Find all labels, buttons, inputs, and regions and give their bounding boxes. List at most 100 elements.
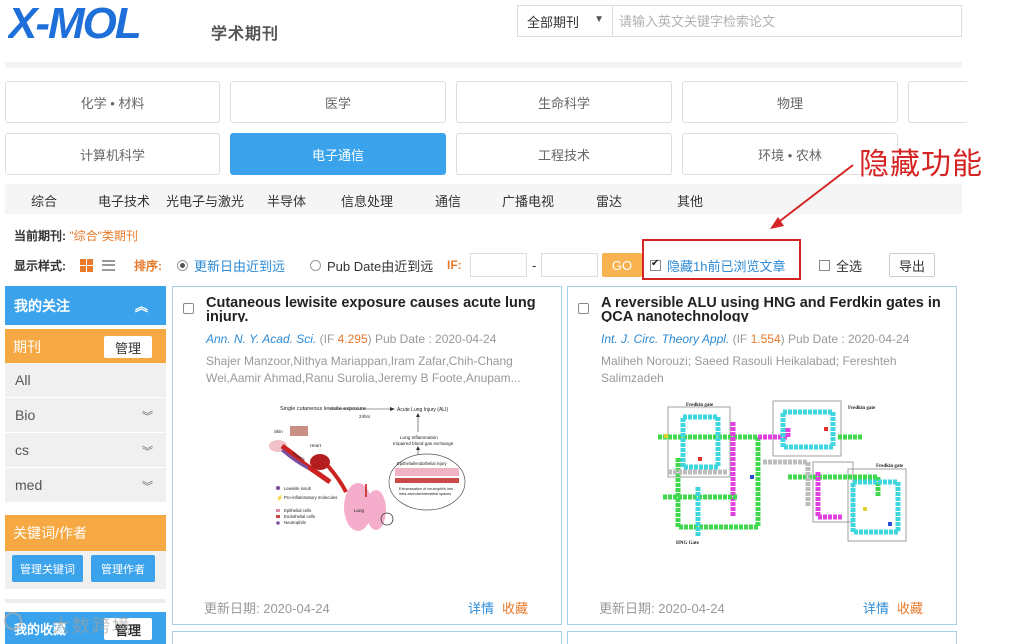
journal-name[interactable]: Ann. N. Y. Acad. Sci. — [206, 332, 316, 346]
sort-pub-date-option[interactable]: Pub Date由近到远 — [310, 252, 433, 278]
detail-link[interactable]: 详情 — [468, 598, 494, 617]
fig-legend: Neutrophils — [284, 520, 306, 525]
watermark-icon — [4, 612, 22, 630]
manage-keywords-button[interactable]: 管理关键词 — [12, 555, 83, 582]
subcat-optoelectronics[interactable]: 光电子与激光 — [166, 191, 244, 210]
radio-unselected[interactable] — [310, 259, 321, 271]
pub-date: ) Pub Date : 2020-04-24 — [780, 332, 910, 346]
logo-text: X-MOL — [8, 2, 140, 44]
article-figure[interactable]: Single cutaneous lewisite exposure 24hrs… — [268, 402, 468, 547]
my-follow-header[interactable]: 我的关注 ︽ — [5, 286, 166, 325]
article-checkbox[interactable] — [578, 303, 589, 314]
select-all-label: 全选 — [836, 258, 863, 274]
category-computer-science[interactable]: 计算机科学 — [5, 133, 220, 175]
subcat-radar[interactable]: 雷达 — [596, 191, 622, 210]
article-card[interactable] — [567, 631, 957, 644]
fig-legend: Pro-inflammatory molecules — [284, 495, 337, 500]
current-journal: 当前期刊: "综合"类期刊 — [14, 227, 138, 244]
if-label: IF: — [447, 258, 462, 272]
article-figure[interactable]: Fredkin gate Fredkin gate Fredkin gate H… — [638, 397, 908, 547]
article-title[interactable]: A reversible ALU using HNG and Ferdkin g… — [601, 296, 941, 322]
fig-label: 24hrs — [359, 414, 371, 419]
article-authors: Shajer Manzoor,Nithya Mariappan,Iram Zaf… — [206, 354, 521, 385]
fig-label: intra-alveolar/interstitial spaces — [399, 492, 451, 496]
fig-label: Heart — [310, 443, 322, 448]
subcat-semiconductor[interactable]: 半导体 — [267, 191, 306, 210]
article-card[interactable]: A reversible ALU using HNG and Ferdkin g… — [567, 286, 957, 625]
manage-journals-button[interactable]: 管理 — [104, 336, 152, 358]
article-authors: Maliheh Norouzi; Saeed Rasouli Heikalaba… — [601, 354, 897, 385]
journal-item-med[interactable]: med ︾ — [5, 468, 166, 503]
svg-text:⚡: ⚡ — [276, 494, 283, 502]
chevron-down-icon[interactable]: ︾ — [142, 443, 153, 459]
if-prefix: (IF — [729, 332, 751, 346]
category-life-science[interactable]: 生命科学 — [456, 81, 672, 123]
current-journal-label: 当前期刊: — [14, 229, 66, 243]
xmol-logo[interactable]: X-MOL — [8, 2, 208, 44]
subcat-info-processing[interactable]: 信息处理 — [341, 191, 393, 210]
if-dash: - — [532, 257, 537, 273]
journal-item-label: med — [15, 477, 43, 493]
if-min-input[interactable] — [470, 253, 527, 277]
sort-option-pub-date: Pub Date由近到远 — [327, 258, 434, 274]
logo-subtitle: 学术期刊 — [211, 26, 280, 43]
journals-label: 期刊 — [13, 339, 41, 355]
impact-factor: 4.295 — [337, 332, 368, 346]
journal-item-cs[interactable]: cs ︾ — [5, 433, 166, 468]
if-prefix: (IF — [316, 332, 338, 346]
subcat-communication[interactable]: 通信 — [435, 191, 461, 210]
category-label: 化学 • 材料 — [80, 95, 145, 111]
journal-name[interactable]: Int. J. Circ. Theory Appl. — [601, 332, 729, 346]
subcat-broadcast[interactable]: 广播电视 — [502, 191, 554, 210]
chevron-up-icon[interactable]: ︽ — [135, 296, 148, 315]
grid-view-icon[interactable] — [80, 258, 93, 272]
journal-item-all[interactable]: All — [5, 363, 166, 398]
category-physics[interactable]: 物理 — [682, 81, 898, 123]
detail-link[interactable]: 详情 — [863, 598, 889, 617]
list-view-icon[interactable] — [102, 259, 115, 271]
chevron-down-icon[interactable]: ︾ — [142, 478, 153, 494]
select-all-checkbox[interactable] — [819, 259, 830, 271]
manage-authors-button[interactable]: 管理作者 — [91, 555, 155, 582]
category-label: 工程技术 — [537, 147, 590, 163]
radio-selected[interactable] — [177, 259, 188, 271]
pub-date: ) Pub Date : 2020-04-24 — [367, 332, 497, 346]
fig-legend: Lewisite insult — [284, 486, 312, 491]
update-date: 更新日期: 2020-04-24 — [599, 601, 725, 616]
display-style-label: 显示样式: — [14, 258, 66, 273]
article-checkbox[interactable] — [183, 303, 194, 314]
my-follow-label: 我的关注 — [14, 297, 70, 314]
chevron-down-icon[interactable]: ︾ — [142, 408, 153, 424]
search-input[interactable] — [613, 6, 961, 36]
subcat-other[interactable]: 其他 — [677, 191, 703, 210]
search-scope-select[interactable]: 全部期刊 ▼ — [518, 6, 613, 36]
article-title[interactable]: Cutaneous lewisite exposure causes acute… — [206, 296, 546, 322]
favorite-link[interactable]: 收藏 — [897, 598, 923, 617]
divider — [5, 62, 962, 68]
category-chemistry[interactable]: 化学 • 材料 — [5, 81, 220, 123]
update-date: 更新日期: 2020-04-24 — [204, 601, 330, 616]
category-engineering[interactable]: 工程技术 — [456, 133, 672, 175]
go-button[interactable]: GO — [602, 253, 642, 277]
article-card[interactable] — [172, 631, 562, 644]
article-card[interactable]: Cutaneous lewisite exposure causes acute… — [172, 286, 562, 625]
select-all-option[interactable]: 全选 — [819, 252, 862, 278]
watermark: 大数跨境 — [52, 616, 132, 636]
favorite-link[interactable]: 收藏 — [502, 598, 528, 617]
fig-label: Epithelial/endothelial injury — [397, 461, 447, 466]
if-max-input[interactable] — [541, 253, 598, 277]
fig-label: Fredkin gate — [876, 464, 904, 469]
subcat-electronic-tech[interactable]: 电子技术 — [98, 191, 150, 210]
category-more[interactable] — [908, 81, 968, 123]
subcat-general[interactable]: 综合 — [31, 191, 57, 210]
export-button[interactable]: 导出 — [889, 253, 935, 277]
fig-label: Impaired blood gas exchange — [393, 441, 454, 446]
header: X-MOL 学术期刊 全部期刊 ▼ — [0, 0, 1009, 60]
category-electronics-active[interactable]: 电子通信 — [230, 133, 446, 175]
journal-item-bio[interactable]: Bio ︾ — [5, 398, 166, 433]
category-medicine[interactable]: 医学 — [230, 81, 446, 123]
sort-label: 排序: — [134, 258, 162, 273]
category-label: 生命科学 — [537, 95, 590, 111]
sort-update-date-option[interactable]: 更新日由近到远 — [177, 252, 285, 278]
search-scope-value: 全部期刊 — [527, 14, 580, 30]
